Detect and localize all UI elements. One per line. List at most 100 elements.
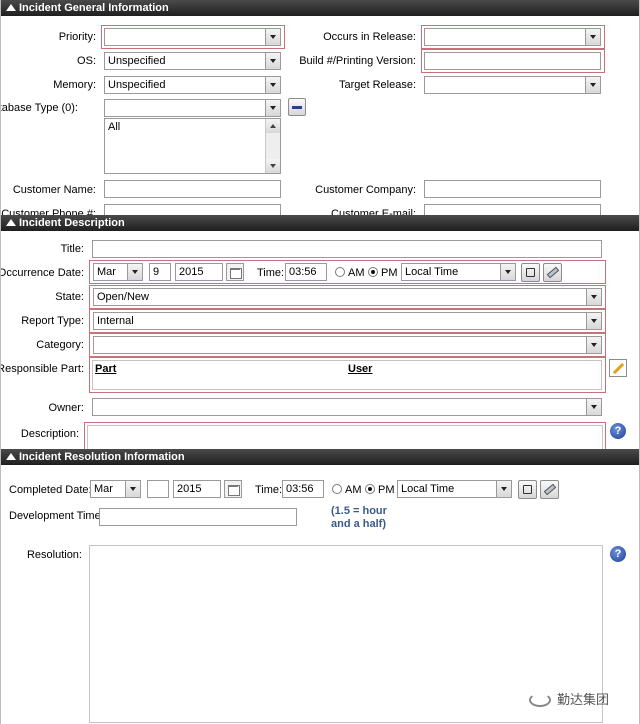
chevron-down-icon[interactable]: [585, 29, 600, 45]
database-type-label: Database Type (0):: [1, 102, 78, 114]
build-version-input[interactable]: [424, 52, 601, 70]
clear-date-button[interactable]: [540, 480, 559, 499]
collapse-arrow-icon[interactable]: [6, 4, 16, 11]
build-version-label: Build #/Printing Version:: [299, 55, 416, 67]
completed-year-input[interactable]: 2015: [173, 480, 221, 498]
completed-am-label: AM: [345, 484, 362, 496]
chevron-down-icon[interactable]: [586, 289, 601, 305]
customer-company-input[interactable]: [424, 180, 601, 198]
chevron-down-icon[interactable]: [500, 264, 515, 280]
customer-name-input[interactable]: [104, 180, 281, 198]
collapse-arrow-icon[interactable]: [6, 453, 16, 460]
memory-label: Memory:: [53, 79, 96, 91]
help-icon[interactable]: ?: [610, 546, 626, 562]
occurrence-day-input[interactable]: 9: [149, 263, 171, 281]
chevron-down-icon[interactable]: [265, 29, 280, 45]
category-label: Category:: [36, 339, 84, 351]
responsible-part-grid[interactable]: Part User: [92, 360, 602, 390]
occurrence-year-value: 2015: [179, 266, 204, 278]
occurrence-time-value: 03:56: [289, 266, 317, 278]
clear-date-button[interactable]: [543, 263, 562, 282]
responsible-part-column-user[interactable]: User: [348, 363, 372, 375]
os-value: Unspecified: [108, 55, 166, 67]
state-label: State:: [55, 291, 84, 303]
customer-name-label: Customer Name:: [12, 184, 96, 196]
priority-select[interactable]: [104, 28, 281, 46]
occurrence-year-input[interactable]: 2015: [175, 263, 223, 281]
completed-time-input[interactable]: 03:56: [282, 480, 324, 498]
chevron-down-icon[interactable]: [265, 100, 280, 116]
os-select[interactable]: Unspecified: [104, 52, 281, 70]
title-input[interactable]: [92, 240, 602, 258]
resolution-section-header[interactable]: Incident Resolution Information: [1, 449, 639, 465]
set-current-time-button[interactable]: [518, 480, 537, 499]
completed-pm-radio[interactable]: [365, 484, 375, 494]
description-textarea[interactable]: [87, 425, 603, 451]
completed-am-radio[interactable]: [332, 484, 342, 494]
description-label: Description:: [20, 428, 79, 440]
list-scrollbar[interactable]: [265, 119, 280, 173]
chevron-down-icon[interactable]: [586, 313, 601, 329]
chevron-down-icon[interactable]: [496, 481, 511, 497]
owner-label: Owner:: [48, 402, 84, 414]
occurrence-pm-radio[interactable]: [368, 267, 378, 277]
chevron-down-icon[interactable]: [586, 337, 601, 353]
memory-select[interactable]: Unspecified: [104, 76, 281, 94]
chevron-down-icon[interactable]: [585, 77, 600, 93]
completed-year-value: 2015: [177, 483, 202, 495]
occurrence-month-select[interactable]: Mar: [93, 263, 143, 281]
completed-timezone-select[interactable]: Local Time: [397, 480, 512, 498]
edit-responsible-part-button[interactable]: [609, 359, 627, 377]
list-item[interactable]: All: [108, 121, 277, 133]
occurrence-am-radio[interactable]: [335, 267, 345, 277]
collapse-arrow-icon[interactable]: [6, 219, 16, 226]
state-select[interactable]: Open/New: [93, 288, 602, 306]
target-release-label: Target Release:: [338, 79, 416, 91]
development-time-hint: (1.5 = hour and a half): [331, 505, 387, 531]
hint-line-2: and a half): [331, 518, 387, 530]
responsible-part-column-part[interactable]: Part: [95, 363, 116, 375]
occurrence-date-label: Occurrence Date:: [0, 267, 84, 279]
set-current-time-button[interactable]: [521, 263, 540, 282]
occurrence-am-label: AM: [348, 267, 365, 279]
description-section: Incident Description Title: Occurrence D…: [0, 215, 640, 451]
description-section-title: Incident Description: [19, 217, 125, 229]
chevron-down-icon[interactable]: [265, 53, 280, 69]
resolution-section: Incident Resolution Information Complete…: [0, 449, 640, 724]
title-label: Title:: [60, 243, 84, 255]
calendar-icon[interactable]: [224, 480, 242, 498]
general-section-header[interactable]: Incident General Information: [1, 0, 639, 16]
os-label: OS:: [77, 55, 96, 67]
priority-label: Priority:: [58, 31, 96, 43]
completed-day-input[interactable]: [147, 480, 169, 498]
owner-select[interactable]: [92, 398, 602, 416]
description-section-header[interactable]: Incident Description: [1, 215, 639, 231]
general-section-title: Incident General Information: [19, 2, 169, 14]
occurrence-timezone-select[interactable]: Local Time: [401, 263, 516, 281]
database-type-list[interactable]: All: [104, 118, 281, 174]
completed-time-value: 03:56: [286, 483, 314, 495]
resolution-textarea[interactable]: [89, 545, 603, 723]
chevron-down-icon[interactable]: [125, 481, 140, 497]
watermark-icon: [529, 693, 551, 707]
calendar-icon[interactable]: [226, 263, 244, 281]
occurs-in-release-select[interactable]: [424, 28, 601, 46]
database-type-select[interactable]: [104, 99, 281, 117]
chevron-down-icon[interactable]: [127, 264, 142, 280]
scroll-up-icon[interactable]: [266, 119, 280, 133]
occurrence-timezone-value: Local Time: [405, 266, 459, 278]
scroll-down-icon[interactable]: [266, 159, 280, 173]
occurrence-time-input[interactable]: 03:56: [285, 263, 327, 281]
state-value: Open/New: [97, 291, 149, 303]
category-select[interactable]: [93, 336, 602, 354]
occurrence-pm-label: PM: [381, 267, 398, 279]
development-time-input[interactable]: [99, 508, 297, 526]
target-release-select[interactable]: [424, 76, 601, 94]
completed-month-select[interactable]: Mar: [90, 480, 141, 498]
chevron-down-icon[interactable]: [265, 77, 280, 93]
report-type-select[interactable]: Internal: [93, 312, 602, 330]
resolution-label: Resolution:: [26, 549, 82, 561]
remove-database-button[interactable]: [288, 98, 306, 116]
help-icon[interactable]: ?: [610, 423, 626, 439]
chevron-down-icon[interactable]: [586, 399, 601, 415]
